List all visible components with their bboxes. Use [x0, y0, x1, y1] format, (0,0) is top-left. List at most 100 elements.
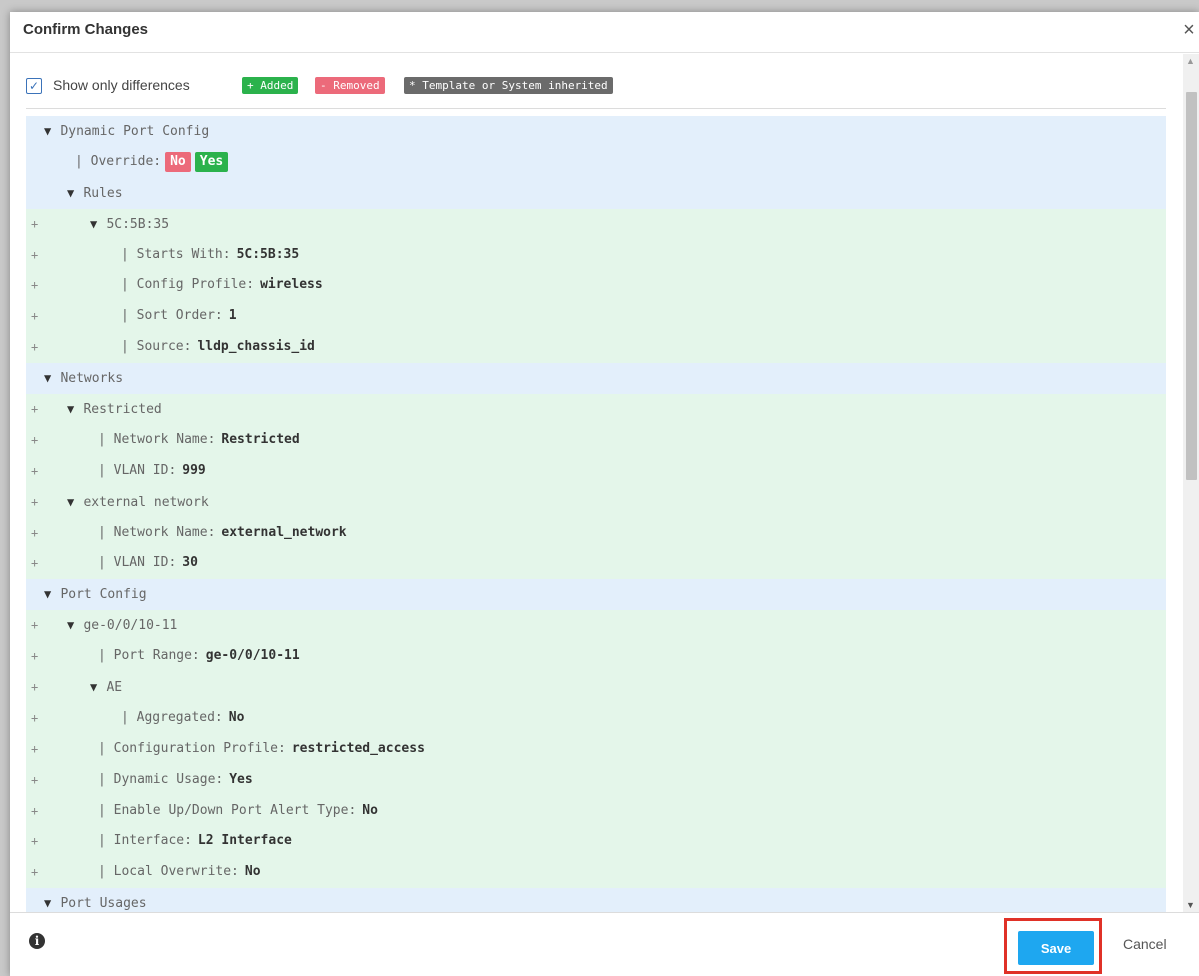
diff-value: wireless	[260, 277, 323, 293]
diff-value: Restricted	[221, 431, 300, 447]
diff-key: | VLAN ID:	[98, 555, 177, 571]
expand-triangle-icon[interactable]: ▼	[67, 495, 81, 509]
diff-key: | Network Name:	[98, 431, 216, 447]
diff-value: No	[244, 864, 261, 880]
scroll-thumb[interactable]	[1186, 92, 1197, 480]
expand-triangle-icon[interactable]: ▼	[67, 402, 81, 416]
expand-triangle-icon[interactable]: ▼	[44, 124, 58, 138]
close-icon[interactable]: ×	[1179, 18, 1199, 42]
diff-row-content: | Configuration Profile: restricted_acces…	[98, 734, 425, 764]
diff-row[interactable]: + ▼ external network	[26, 486, 1166, 518]
diff-row: | Override: No Yes	[26, 146, 1166, 178]
diff-row-content: ▼ Rules	[67, 178, 123, 209]
diff-row-content: ▼ 5C:5B:35	[90, 209, 169, 240]
diff-row-content: | Network Name: Restricted	[98, 425, 300, 455]
diff-marker: +	[31, 340, 39, 355]
diff-marker: +	[31, 741, 39, 756]
diff-row-content: | Override: No Yes	[75, 147, 229, 177]
diff-list[interactable]: ▼ Dynamic Port Config | Override: No Yes ▼ R…	[26, 116, 1166, 912]
removed-value-pill: No	[165, 151, 191, 172]
diff-key: Port Usages	[60, 896, 147, 912]
diff-row: + | Starts With: 5C:5B:35	[26, 239, 1166, 271]
diff-row: + | VLAN ID: 30	[26, 548, 1166, 580]
diff-marker: +	[31, 680, 39, 695]
diff-key: | Sort Order:	[121, 308, 223, 324]
diff-marker: +	[31, 556, 39, 571]
diff-marker: +	[31, 216, 39, 231]
scrollbar[interactable]: ▲ ▼	[1183, 54, 1199, 912]
removed-badge: - Removed	[315, 77, 385, 94]
diff-row[interactable]: + ▼ 5C:5B:35	[26, 208, 1166, 240]
expand-triangle-icon[interactable]: ▼	[67, 618, 81, 632]
added-value-pill: Yes	[194, 151, 229, 172]
diff-value: 999	[182, 462, 206, 478]
diff-key: Dynamic Port Config	[60, 124, 210, 139]
dialog-footer: i Save Cancel	[10, 912, 1199, 976]
diff-value: lldp_chassis_id	[197, 339, 315, 355]
diff-marker: +	[31, 834, 39, 849]
diff-key: | Network Name:	[98, 524, 216, 540]
show-only-differences-checkbox[interactable]: ✓	[26, 78, 42, 94]
expand-triangle-icon[interactable]: ▼	[67, 186, 81, 200]
diff-value: external_network	[221, 524, 347, 540]
diff-row-content: ▼ Port Usages	[44, 888, 147, 912]
diff-row[interactable]: + ▼ AE	[26, 672, 1166, 703]
diff-row[interactable]: + ▼ Restricted	[26, 394, 1166, 425]
diff-key: | Aggregated:	[121, 709, 223, 725]
diff-key: external network	[83, 494, 209, 510]
diff-row: + | Source: lldp_chassis_id	[26, 332, 1166, 364]
diff-marker: +	[31, 402, 39, 417]
diff-marker: +	[31, 865, 39, 880]
diff-row[interactable]: ▼ Dynamic Port Config	[26, 116, 1166, 147]
expand-triangle-icon[interactable]: ▼	[44, 587, 58, 601]
diff-row-content: | VLAN ID: 999	[98, 456, 206, 486]
dialog-header: Confirm Changes ×	[10, 12, 1199, 53]
diff-row-content: | Local Overwrite: No	[98, 857, 261, 887]
diff-row-content: | Aggregated: No	[121, 703, 244, 733]
scroll-up-arrow-icon[interactable]: ▲	[1186, 56, 1195, 66]
diff-row-content: ▼ Restricted	[67, 394, 162, 425]
diff-key: Networks	[60, 371, 124, 387]
diff-marker: +	[31, 309, 39, 324]
legend-bar: ✓ Show only differences + Added - Remove…	[26, 72, 1166, 109]
diff-row-content: | Network Name: external_network	[98, 518, 347, 548]
diff-key: | Dynamic Usage:	[98, 771, 224, 787]
diff-row[interactable]: + ▼ ge-0/0/10-11	[26, 610, 1166, 642]
diff-row-content: ▼ Networks	[44, 363, 123, 394]
diff-value: L2 Interface	[197, 833, 292, 849]
confirm-changes-dialog: Confirm Changes × ✓ Show only difference…	[10, 12, 1199, 976]
diff-marker: +	[31, 710, 39, 725]
diff-row: + | Config Profile: wireless	[26, 270, 1166, 302]
save-button[interactable]: Save	[1018, 931, 1094, 965]
expand-triangle-icon[interactable]: ▼	[44, 371, 58, 385]
cancel-button[interactable]: Cancel	[1123, 936, 1167, 952]
diff-row-content: ▼ ge-0/0/10-11	[67, 610, 177, 641]
diff-row-content: ▼ Dynamic Port Config	[44, 116, 209, 147]
expand-triangle-icon[interactable]: ▼	[44, 896, 58, 910]
show-only-differences-label[interactable]: Show only differences	[53, 77, 190, 93]
diff-row-content: | Config Profile: wireless	[121, 270, 323, 300]
diff-row: + | Aggregated: No	[26, 702, 1166, 734]
diff-row-content: | Port Range: ge-0/0/10-11	[98, 641, 300, 671]
diff-row: + | Sort Order: 1	[26, 301, 1166, 333]
diff-key: | Interface:	[98, 833, 192, 849]
diff-key: Port Config	[60, 587, 147, 603]
diff-row: + | Interface: L2 Interface	[26, 826, 1166, 858]
diff-value: 5C:5B:35	[236, 246, 300, 262]
diff-row-content: | Source: lldp_chassis_id	[121, 332, 315, 362]
diff-row-content: | Starts With: 5C:5B:35	[121, 240, 299, 270]
expand-triangle-icon[interactable]: ▼	[90, 217, 104, 231]
diff-row[interactable]: ▼ Port Usages	[26, 888, 1166, 912]
diff-row[interactable]: ▼ Port Config	[26, 579, 1166, 611]
diff-row[interactable]: ▼ Networks	[26, 363, 1166, 395]
diff-marker: +	[31, 649, 39, 664]
diff-marker: +	[31, 432, 39, 447]
info-icon[interactable]: i	[29, 933, 45, 949]
diff-value: 1	[228, 308, 237, 324]
expand-triangle-icon[interactable]: ▼	[90, 680, 104, 694]
scroll-down-arrow-icon[interactable]: ▼	[1186, 900, 1195, 910]
diff-row: + | Dynamic Usage: Yes	[26, 764, 1166, 796]
diff-row[interactable]: ▼ Rules	[26, 177, 1166, 209]
diff-key: | Enable Up/Down Port Alert Type:	[98, 802, 357, 818]
diff-row: + | Port Range: ge-0/0/10-11	[26, 641, 1166, 673]
